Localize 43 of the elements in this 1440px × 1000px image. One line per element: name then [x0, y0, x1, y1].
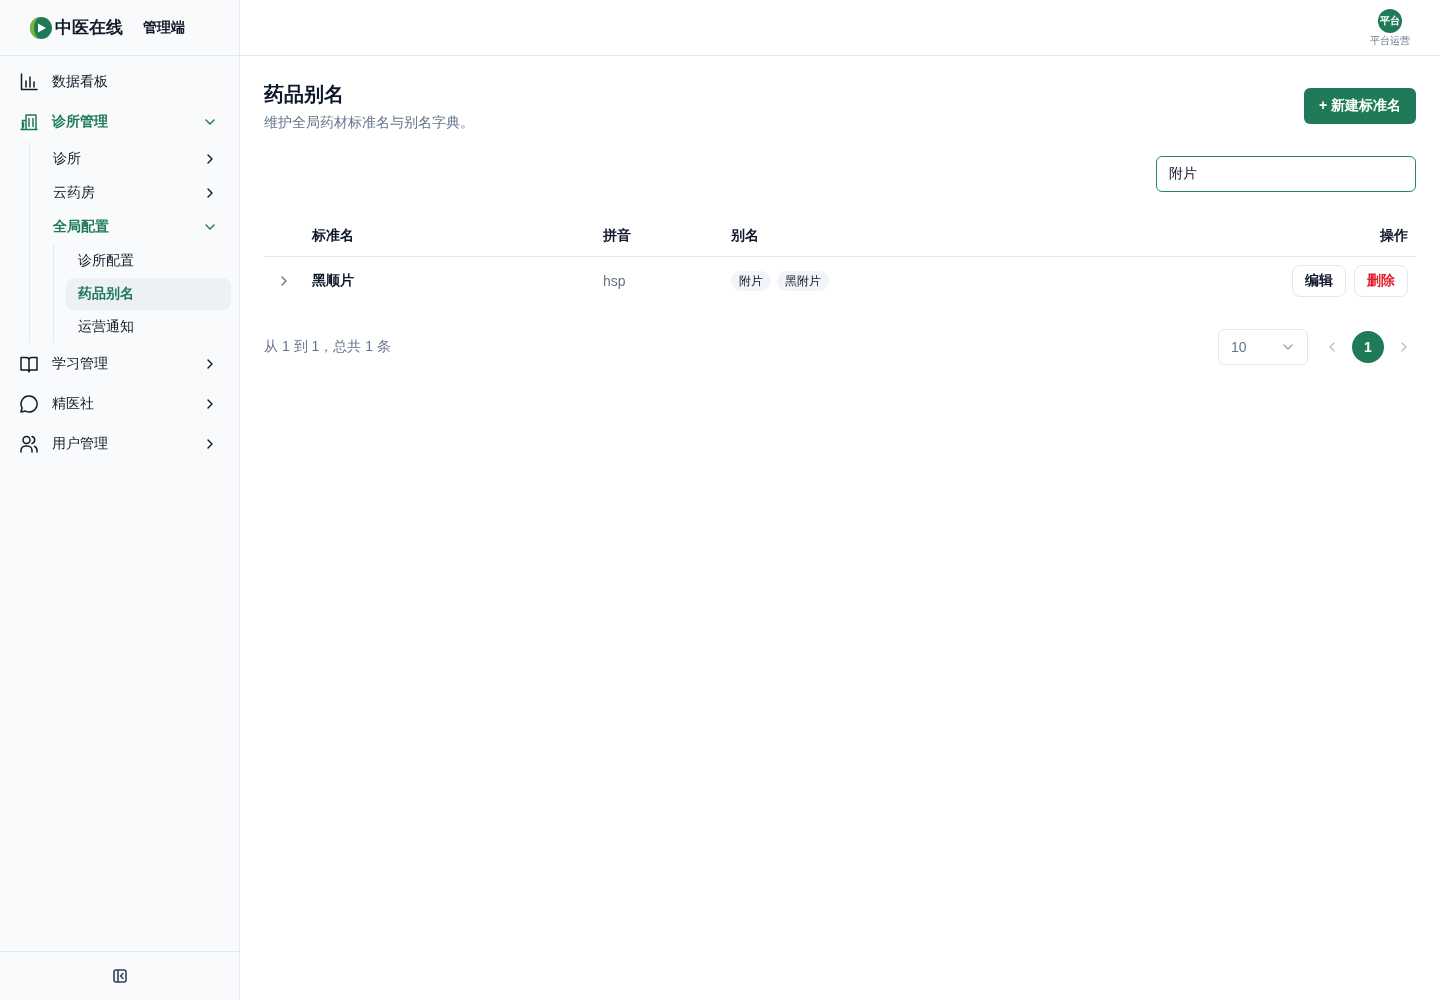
user-role: 平台运营 — [1370, 34, 1410, 47]
sidebar-item[interactable]: 运营通知 — [66, 311, 231, 343]
building-icon — [20, 113, 38, 131]
search-field[interactable]: 附片 — [1156, 156, 1416, 192]
book-icon — [20, 355, 38, 373]
chat-bubble-icon — [20, 395, 38, 413]
brand-subtitle: 管理端 — [143, 18, 185, 37]
sidebar-item[interactable]: 药品别名 — [66, 278, 231, 310]
bar-chart-icon — [20, 73, 38, 91]
page-description: 维护全局药材标准名与别名字典。 — [264, 113, 474, 132]
sidebar-item[interactable]: 诊所管理 — [10, 102, 230, 142]
sidebar-item[interactable]: 精医社 — [10, 384, 230, 424]
sidebar-item[interactable]: 诊所配置 — [66, 245, 231, 277]
delete-button[interactable]: 删除 — [1354, 265, 1408, 297]
sidebar-item[interactable]: 诊所 — [44, 142, 230, 176]
page-button[interactable]: 1 — [1352, 331, 1384, 363]
sidebar-item[interactable]: 云药房 — [44, 176, 230, 210]
pagination-summary: 从 1 到 1，总共 1 条 — [264, 338, 391, 356]
sidebar-item[interactable]: 全局配置 — [44, 210, 230, 244]
avatar[interactable]: 平台 — [1378, 8, 1402, 33]
sidebar-item[interactable]: 数据看板 — [10, 62, 230, 102]
caret-down-icon — [1283, 344, 1293, 350]
page-title: 药品别名 — [264, 82, 345, 107]
alias-tag: 附片 — [731, 271, 771, 291]
edit-button[interactable]: 编辑 — [1292, 265, 1346, 297]
users-icon — [20, 435, 38, 453]
column-header: 标准名 — [312, 227, 355, 245]
sidebar-item[interactable]: 学习管理 — [10, 344, 230, 384]
column-header: 操作 — [1379, 227, 1409, 245]
page-size-select[interactable]: 10 — [1218, 329, 1308, 365]
alias-tag: 黑附片 — [777, 271, 829, 291]
chevron-left-icon — [1329, 342, 1335, 352]
create-button[interactable]: + 新建标准名 — [1303, 88, 1416, 124]
sidebar-collapse-icon[interactable] — [112, 969, 127, 983]
column-header: 拼音 — [603, 227, 632, 245]
table-cell: 黑顺片 — [312, 272, 354, 290]
brand-name: 中医在线 — [55, 17, 123, 39]
column-header: 别名 — [731, 227, 760, 245]
chevron-right-icon[interactable] — [281, 276, 287, 286]
sidebar-item[interactable]: 用户管理 — [10, 424, 230, 464]
table-cell: hsp — [603, 273, 626, 289]
chevron-right-icon — [1401, 342, 1407, 352]
logo-icon — [30, 16, 52, 39]
